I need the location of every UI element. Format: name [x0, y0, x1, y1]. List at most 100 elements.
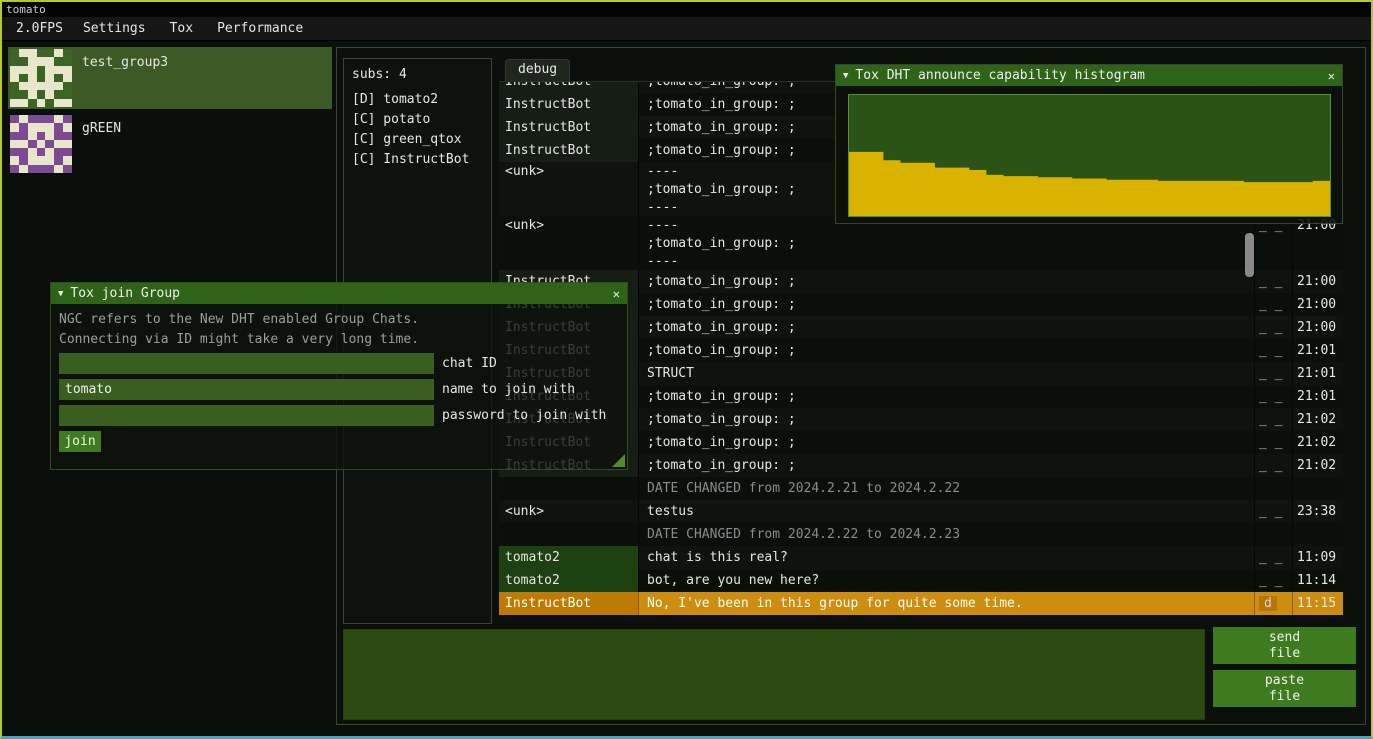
chat-id-input[interactable] — [59, 353, 434, 374]
join-password-row: password to join with — [59, 405, 606, 426]
message-time: 21:02 — [1293, 454, 1343, 477]
message-text: STRUCT — [639, 362, 1255, 385]
message-time: 21:00 — [1293, 270, 1343, 293]
join-name-input[interactable] — [59, 379, 434, 400]
message-text: ;tomato_in_group: ; — [639, 454, 1255, 477]
chat-id-row: chat ID — [59, 353, 497, 374]
message-text: ;tomato_in_group: ; — [639, 270, 1255, 293]
message-time: 11:14 — [1293, 569, 1343, 592]
message-time: 11:15 — [1293, 592, 1343, 615]
delivery-flags — [1255, 523, 1293, 546]
join-info: NGC refers to the New DHT enabled Group … — [59, 310, 419, 350]
delivery-flags: _ _ — [1255, 362, 1293, 385]
message-row[interactable]: InstructBotNo, I've been in this group f… — [499, 592, 1343, 615]
menu-performance[interactable]: Performance — [205, 18, 315, 39]
histogram-plot — [848, 94, 1331, 217]
sender-name: InstructBot — [499, 592, 639, 615]
message-row[interactable]: <unk>testus_ _23:38 — [499, 500, 1343, 523]
subs-count: subs: 4 — [352, 66, 483, 84]
message-time: 21:00 — [1293, 316, 1343, 339]
message-time: 21:01 — [1293, 339, 1343, 362]
message-text: ;tomato_in_group: ; — [639, 339, 1255, 362]
member-item[interactable]: [C] green_qtox — [352, 130, 483, 150]
message-text: ;tomato_in_group: ; — [639, 408, 1255, 431]
member-item[interactable]: [C] InstructBot — [352, 150, 483, 170]
sender-name: InstructBot — [499, 116, 639, 139]
message-time: 21:02 — [1293, 431, 1343, 454]
message-time — [1293, 477, 1343, 500]
join-info-line: NGC refers to the New DHT enabled Group … — [59, 310, 419, 330]
system-row[interactable]: DATE CHANGED from 2024.2.22 to 2024.2.23 — [499, 523, 1343, 546]
delivery-flags: _ _ — [1255, 546, 1293, 569]
member-list: [D] tomato2[C] potato[C] green_qtox[C] I… — [352, 90, 483, 170]
delivery-flags: _ _ — [1255, 569, 1293, 592]
window-title: tomato — [6, 3, 46, 16]
member-item[interactable]: [D] tomato2 — [352, 90, 483, 110]
message-row[interactable]: tomato2bot, are you new here?_ _11:14 — [499, 569, 1343, 592]
collapse-arrow-icon[interactable]: ▼ — [843, 71, 848, 81]
message-text: chat is this real? — [639, 546, 1255, 569]
menubar: 2.0FPS Settings Tox Performance — [2, 17, 1371, 41]
delivery-flags: _ _ — [1255, 316, 1293, 339]
join-password-input[interactable] — [59, 405, 434, 426]
sidebar-item-green[interactable]: gREEN — [8, 113, 332, 175]
message-time — [1293, 523, 1343, 546]
message-row[interactable]: tomato2chat is this real?_ _11:09 — [499, 546, 1343, 569]
menu-settings[interactable]: Settings — [71, 18, 158, 39]
delivery-flags: _ _ — [1255, 339, 1293, 362]
collapse-arrow-icon[interactable]: ▼ — [58, 289, 63, 299]
join-name-label: name to join with — [442, 379, 575, 400]
member-item[interactable]: [C] potato — [352, 110, 483, 130]
chat-id-label: chat ID — [442, 353, 497, 374]
delivery-flags: _ _ — [1255, 500, 1293, 523]
message-input[interactable] — [343, 629, 1205, 720]
join-password-label: password to join with — [442, 405, 606, 426]
message-text: DATE CHANGED from 2024.2.22 to 2024.2.23 — [639, 523, 1255, 546]
message-text: DATE CHANGED from 2024.2.21 to 2024.2.22 — [639, 477, 1255, 500]
message-time: 21:01 — [1293, 362, 1343, 385]
sender-name: InstructBot — [499, 82, 639, 93]
sender-name: InstructBot — [499, 139, 639, 162]
message-text: No, I've been in this group for quite so… — [639, 592, 1255, 615]
group-name: gREEN — [82, 121, 121, 173]
histogram-window-header: ▼ Tox DHT announce capability histogram … — [836, 65, 1342, 86]
message-time: 11:09 — [1293, 546, 1343, 569]
message-text: ---- ;tomato_in_group: ; ---- — [639, 216, 1255, 270]
join-window-title: Tox join Group — [70, 286, 605, 301]
close-icon[interactable]: ✕ — [613, 287, 620, 301]
message-time: 21:01 — [1293, 385, 1343, 408]
delivery-flags: _ _ — [1255, 270, 1293, 293]
menu-tox[interactable]: Tox — [158, 18, 205, 39]
group-avatar — [10, 115, 72, 173]
tab-label: debug — [518, 62, 557, 77]
message-time: 21:00 — [1293, 216, 1343, 270]
delivery-flags: _ _ — [1255, 216, 1293, 270]
sender-name: <unk> — [499, 216, 639, 270]
delivery-flags — [1255, 477, 1293, 500]
paste-file-button[interactable]: paste file — [1213, 670, 1356, 707]
messages-scrollbar[interactable] — [1245, 233, 1254, 277]
message-text: ;tomato_in_group: ; — [639, 316, 1255, 339]
sender-name: InstructBot — [499, 93, 639, 116]
sender-name: tomato2 — [499, 569, 639, 592]
delivery-flags: _ _ — [1255, 385, 1293, 408]
join-button[interactable]: join — [59, 431, 101, 452]
sender-name: <unk> — [499, 162, 639, 216]
join-window-header: ▼ Tox join Group ✕ — [51, 283, 627, 304]
sender-name: tomato2 — [499, 546, 639, 569]
dht-histogram-window: ▼ Tox DHT announce capability histogram … — [835, 64, 1343, 224]
sidebar-item-test-group3[interactable]: test_group3 — [8, 47, 332, 109]
group-name: test_group3 — [82, 55, 168, 107]
join-name-row: name to join with — [59, 379, 575, 400]
resize-grip[interactable] — [612, 454, 625, 467]
tab-debug[interactable]: debug — [505, 59, 570, 82]
histogram-area — [849, 95, 1330, 216]
message-row[interactable]: <unk>---- ;tomato_in_group: ; ----_ _21:… — [499, 216, 1343, 270]
send-file-button[interactable]: send file — [1213, 627, 1356, 664]
fps-counter: 2.0FPS — [8, 18, 71, 39]
message-text: ;tomato_in_group: ; — [639, 293, 1255, 316]
message-time: 23:38 — [1293, 500, 1343, 523]
system-row[interactable]: DATE CHANGED from 2024.2.21 to 2024.2.22 — [499, 477, 1343, 500]
close-icon[interactable]: ✕ — [1328, 69, 1335, 83]
join-group-window: ▼ Tox join Group ✕ NGC refers to the New… — [50, 282, 628, 470]
